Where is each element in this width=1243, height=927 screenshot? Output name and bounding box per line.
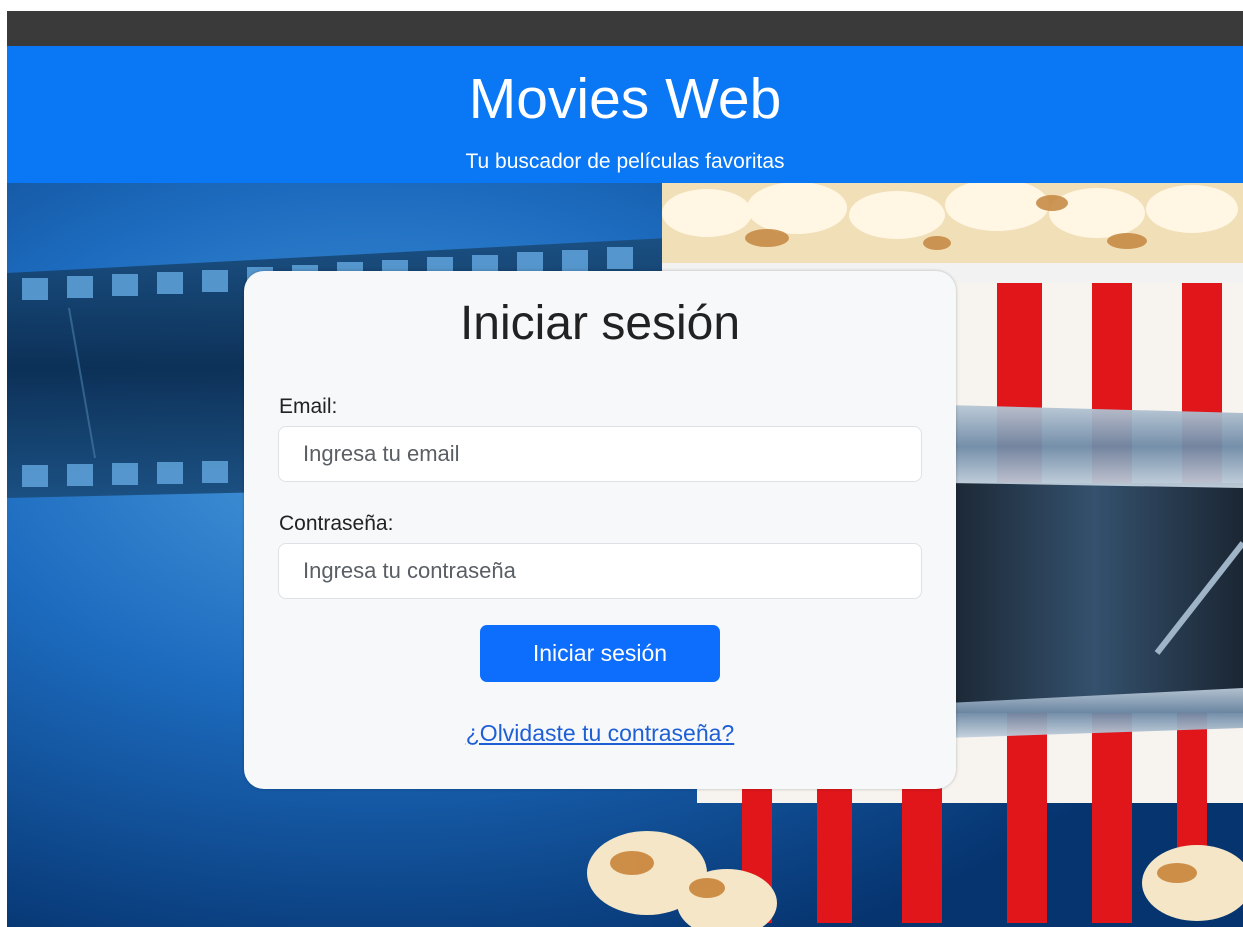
top-bar <box>7 11 1243 46</box>
email-input[interactable] <box>278 426 922 482</box>
login-title: Iniciar sesión <box>459 297 741 350</box>
site-subtitle: Tu buscador de películas favoritas <box>465 150 785 173</box>
site-header: Movies Web Tu buscador de películas favo… <box>7 46 1243 183</box>
password-input[interactable] <box>278 543 922 599</box>
forgot-password-link[interactable]: ¿Olvidaste tu contraseña? <box>244 720 956 747</box>
browser-viewport: Movies Web Tu buscador de películas favo… <box>7 11 1243 927</box>
login-button[interactable]: Iniciar sesión <box>480 625 720 682</box>
site-title: Movies Web <box>468 67 782 131</box>
email-label: Email: <box>279 395 338 418</box>
login-card: Iniciar sesión Email: Contraseña: Inicia… <box>244 271 956 789</box>
password-label: Contraseña: <box>279 512 394 535</box>
